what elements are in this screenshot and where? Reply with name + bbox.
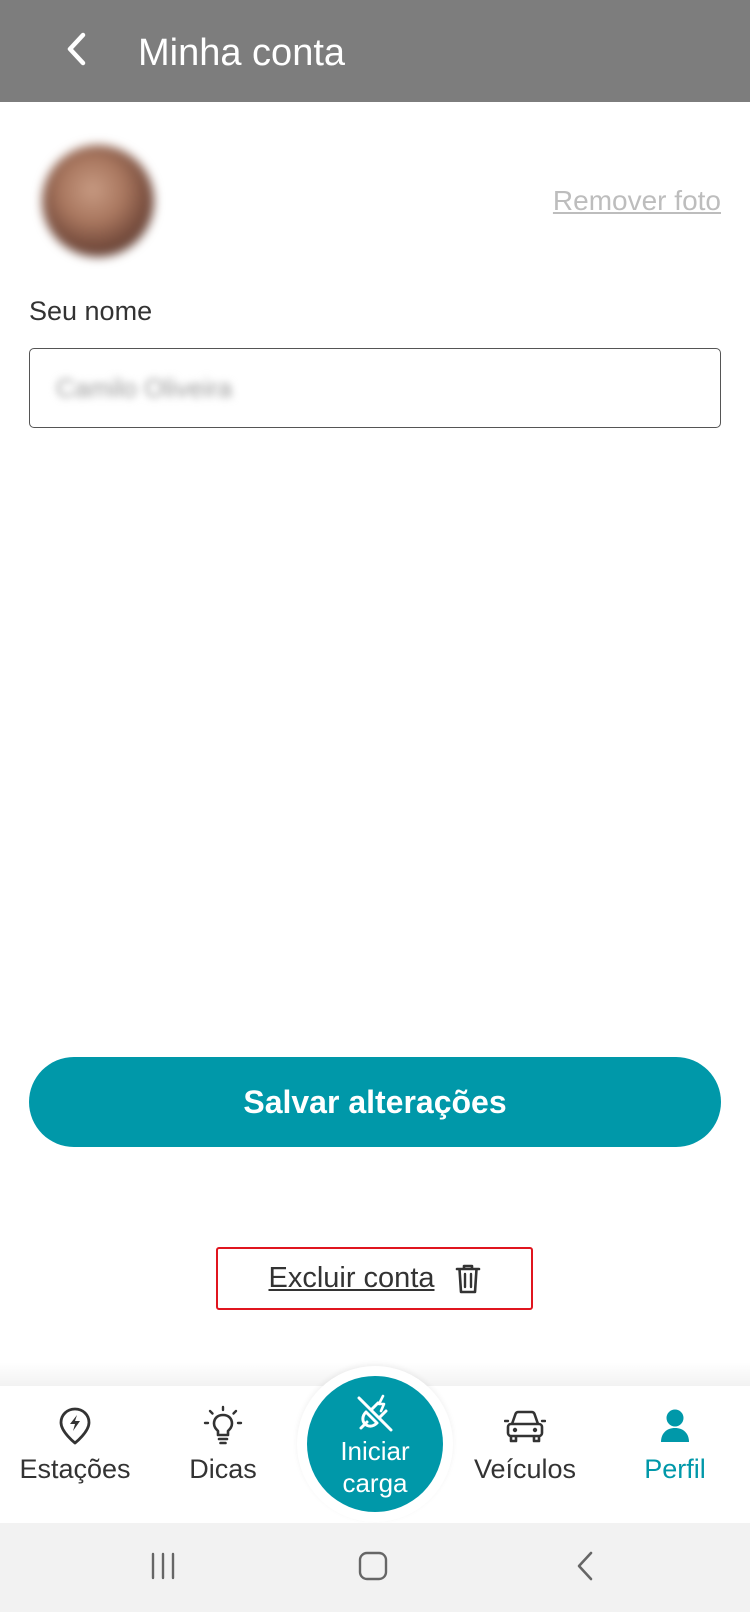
name-input[interactable] [30,349,720,427]
nav-label-perfil: Perfil [644,1454,706,1484]
start-charge-label-line2: carga [342,1468,408,1498]
nav-item-estacoes[interactable]: Estações [0,1386,150,1523]
delete-account-button[interactable]: Excluir conta [216,1247,533,1310]
page-title: Minha conta [138,32,346,74]
trash-icon [455,1263,481,1295]
nav-item-veiculos[interactable]: Veículos [450,1386,600,1523]
nav-item-dicas[interactable]: Dicas [148,1386,298,1523]
person-icon [658,1404,692,1448]
chevron-left-icon [64,32,90,71]
lightbulb-icon [203,1404,243,1448]
recent-apps-button[interactable] [138,1545,188,1591]
home-button[interactable] [348,1545,398,1591]
system-back-icon [573,1550,597,1587]
remove-photo-link[interactable]: Remover foto [553,185,721,217]
back-button[interactable] [52,26,102,76]
nav-label-estacoes: Estações [19,1454,131,1484]
system-nav-bar [0,1523,750,1612]
recent-apps-icon [148,1552,178,1585]
nav-label-veiculos: Veículos [473,1454,577,1484]
charging-station-pin-icon [58,1404,92,1448]
car-icon [504,1404,546,1448]
name-field-container [29,348,721,428]
name-field-label: Seu nome [29,296,153,326]
home-icon [357,1550,389,1587]
start-charge-label-line1: Iniciar [340,1436,410,1466]
system-back-button[interactable] [560,1545,610,1591]
delete-account-label: Excluir conta [268,1262,435,1294]
save-changes-button[interactable]: Salvar alterações [29,1057,721,1147]
nav-item-perfil[interactable]: Perfil [600,1386,750,1523]
start-charge-button[interactable]: Iniciar carga [307,1376,443,1512]
avatar[interactable] [42,145,154,257]
plug-icon [353,1392,397,1434]
app-header: Minha conta [0,0,750,102]
nav-label-dicas: Dicas [189,1454,257,1484]
